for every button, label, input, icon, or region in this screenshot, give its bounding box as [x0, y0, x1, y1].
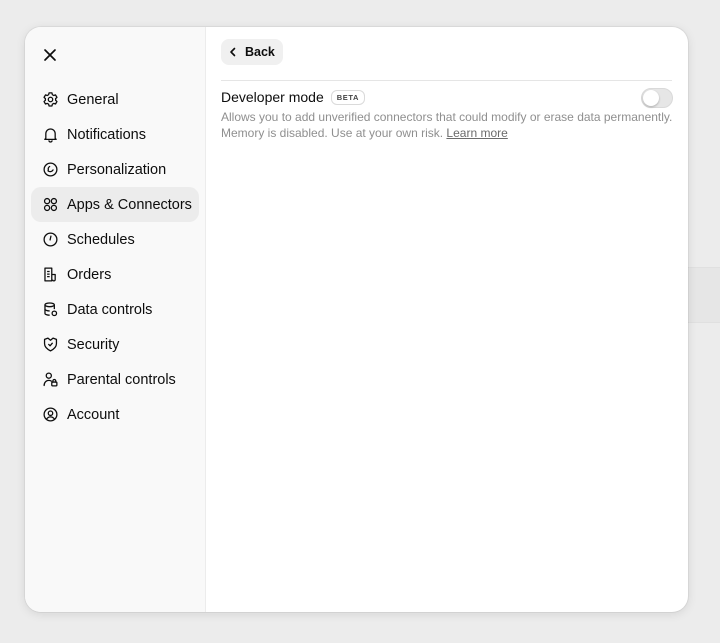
- settings-modal: General Notifications Personalization Ap…: [25, 27, 688, 612]
- sidebar-item-apps-connectors[interactable]: Apps & Connectors: [31, 187, 199, 222]
- user-circle-icon: [42, 406, 59, 423]
- sidebar-item-parental-controls[interactable]: Parental controls: [31, 362, 199, 397]
- sidebar-item-label: Schedules: [67, 231, 135, 248]
- gear-icon: [42, 91, 59, 108]
- sidebar-item-label: Apps & Connectors: [67, 196, 192, 213]
- sidebar-item-general[interactable]: General: [31, 82, 199, 117]
- learn-more-link[interactable]: Learn more: [446, 126, 507, 140]
- sidebar-item-label: Notifications: [67, 126, 146, 143]
- beta-badge: BETA: [330, 89, 365, 105]
- sidebar-item-security[interactable]: Security: [31, 327, 199, 362]
- sidebar-item-label: General: [67, 91, 119, 108]
- bell-icon: [42, 126, 59, 143]
- sidebar-item-label: Data controls: [67, 301, 153, 318]
- developer-mode-title: Developer mode: [221, 89, 324, 105]
- personalization-icon: [42, 161, 59, 178]
- section-divider: [221, 80, 672, 81]
- sidebar-item-orders[interactable]: Orders: [31, 257, 199, 292]
- sidebar-item-label: Personalization: [67, 161, 167, 178]
- toggle-knob: [643, 90, 659, 106]
- close-button[interactable]: [39, 44, 61, 66]
- settings-sidebar: General Notifications Personalization Ap…: [25, 27, 206, 612]
- sidebar-item-label: Security: [67, 336, 120, 353]
- developer-mode-toggle[interactable]: [641, 88, 673, 108]
- sidebar-item-label: Account: [67, 406, 120, 423]
- sidebar-item-account[interactable]: Account: [31, 397, 199, 432]
- settings-main-panel: Back Developer mode BETA Allows you to a…: [206, 27, 688, 612]
- developer-mode-description: Allows you to add unverified connectors …: [221, 110, 673, 141]
- parental-icon: [42, 371, 59, 388]
- sidebar-item-data-controls[interactable]: Data controls: [31, 292, 199, 327]
- developer-mode-setting: Developer mode BETA Allows you to add un…: [221, 89, 673, 141]
- sidebar-item-notifications[interactable]: Notifications: [31, 117, 199, 152]
- back-label: Back: [245, 45, 275, 59]
- apps-icon: [42, 196, 59, 213]
- settings-nav: General Notifications Personalization Ap…: [31, 82, 199, 432]
- developer-mode-header: Developer mode BETA: [221, 89, 673, 105]
- back-button[interactable]: Back: [221, 39, 283, 65]
- clock-icon: [42, 231, 59, 248]
- sidebar-item-personalization[interactable]: Personalization: [31, 152, 199, 187]
- chevron-left-icon: [230, 47, 236, 57]
- background-panel-edge: [688, 267, 720, 323]
- database-icon: [42, 301, 59, 318]
- shield-icon: [42, 336, 59, 353]
- sidebar-item-label: Orders: [67, 266, 112, 283]
- receipt-icon: [42, 266, 59, 283]
- close-icon: [44, 49, 56, 61]
- sidebar-item-label: Parental controls: [67, 371, 176, 388]
- sidebar-item-schedules[interactable]: Schedules: [31, 222, 199, 257]
